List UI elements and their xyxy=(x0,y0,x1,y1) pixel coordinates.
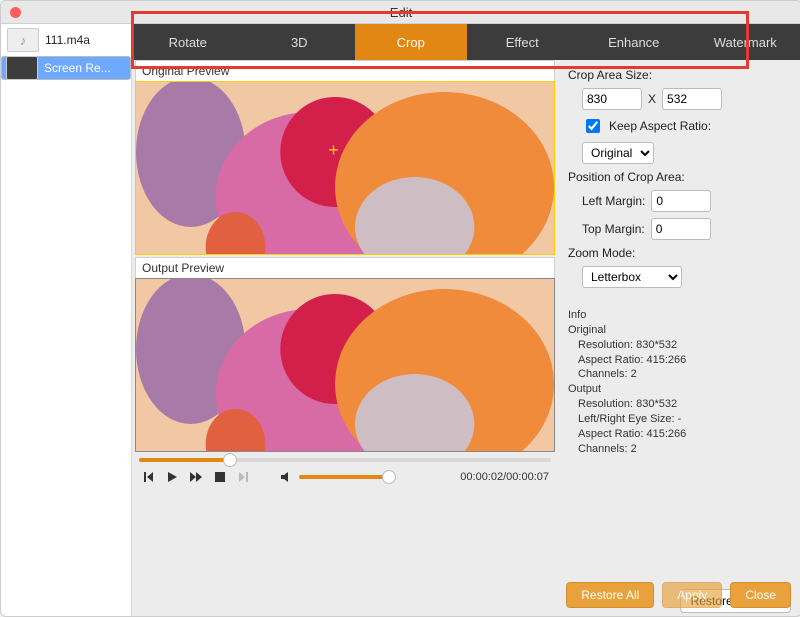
preview-art-icon xyxy=(136,82,554,254)
tab-watermark[interactable]: Watermark xyxy=(690,24,800,60)
crop-size-row: X xyxy=(582,88,791,110)
left-margin-input[interactable] xyxy=(651,190,711,212)
sidebar-item-video[interactable]: Screen Re... xyxy=(1,56,131,80)
edit-window: Edit ♪ 111.m4a Screen Re... Rotate 3D Cr… xyxy=(0,0,800,617)
output-preview xyxy=(135,278,555,452)
aspect-ratio-select[interactable]: Original xyxy=(582,142,654,164)
progress-bar-row xyxy=(135,452,555,468)
tab-effect[interactable]: Effect xyxy=(467,24,579,60)
sidebar-item-label: Screen Re... xyxy=(44,61,111,75)
left-margin-label: Left Margin: xyxy=(582,194,645,208)
media-sidebar: ♪ 111.m4a Screen Re... xyxy=(1,24,132,617)
left-margin-row: Left Margin: xyxy=(582,190,791,212)
volume-knob-icon[interactable] xyxy=(382,470,396,484)
preview-column: Original Preview + Outpu xyxy=(132,60,558,617)
close-window-icon[interactable] xyxy=(10,7,21,18)
info-block: Info Original Resolution: 830*532 Aspect… xyxy=(568,308,791,456)
top-margin-input[interactable] xyxy=(651,218,711,240)
play-button[interactable] xyxy=(165,470,179,484)
window-body: ♪ 111.m4a Screen Re... Rotate 3D Crop Ef… xyxy=(1,24,800,617)
tab-rotate[interactable]: Rotate xyxy=(132,24,244,60)
window-title: Edit xyxy=(1,5,800,20)
fast-forward-button[interactable] xyxy=(189,470,203,484)
tab-crop[interactable]: Crop xyxy=(355,24,467,60)
keep-aspect-checkbox[interactable] xyxy=(586,119,600,133)
main-area: Rotate 3D Crop Effect Enhance Watermark … xyxy=(132,24,800,617)
preview-art-icon xyxy=(136,279,554,451)
crop-height-input[interactable] xyxy=(662,88,722,110)
crop-size-label: Crop Area Size: xyxy=(568,68,791,82)
crop-settings-panel: Crop Area Size: X Keep Aspect Ratio: Ori… xyxy=(558,60,800,617)
titlebar: Edit xyxy=(1,1,800,24)
sidebar-item-audio[interactable]: ♪ 111.m4a xyxy=(1,24,131,56)
zoom-mode-label: Zoom Mode: xyxy=(568,246,791,260)
original-preview-label: Original Preview xyxy=(135,60,555,81)
output-preview-label: Output Preview xyxy=(135,257,555,278)
tab-enhance[interactable]: Enhance xyxy=(578,24,690,60)
volume-slider[interactable] xyxy=(299,475,389,479)
zoom-mode-select[interactable]: Letterbox xyxy=(582,266,682,288)
aspect-ratio-row: Original xyxy=(582,142,791,164)
stop-button[interactable] xyxy=(213,470,227,484)
progress-knob-icon[interactable] xyxy=(223,453,237,467)
restore-all-button[interactable]: Restore All xyxy=(566,582,654,608)
playback-controls: 00:00:02/00:00:07 xyxy=(135,468,555,490)
footer-buttons: Restore All Apply Close xyxy=(566,582,791,608)
sidebar-item-label: 111.m4a xyxy=(45,33,90,47)
apply-button[interactable]: Apply xyxy=(662,582,722,608)
top-margin-row: Top Margin: xyxy=(582,218,791,240)
prev-button[interactable] xyxy=(141,470,155,484)
x-separator: X xyxy=(648,92,656,106)
zoom-mode-row: Letterbox xyxy=(582,266,791,288)
video-thumb-icon xyxy=(6,56,38,80)
keep-ratio-row: Keep Aspect Ratio: xyxy=(582,116,791,136)
volume-icon[interactable] xyxy=(279,470,293,484)
volume-control xyxy=(279,470,389,484)
content-area: Original Preview + Outpu xyxy=(132,60,800,617)
crop-position-label: Position of Crop Area: xyxy=(568,170,791,184)
edit-tabs: Rotate 3D Crop Effect Enhance Watermark xyxy=(132,24,800,60)
progress-bar[interactable] xyxy=(139,458,551,462)
next-button xyxy=(237,470,251,484)
progress-fill xyxy=(139,458,230,462)
crop-width-input[interactable] xyxy=(582,88,642,110)
tab-3d[interactable]: 3D xyxy=(244,24,356,60)
music-note-icon: ♪ xyxy=(7,28,39,52)
top-margin-label: Top Margin: xyxy=(582,222,645,236)
keep-aspect-label: Keep Aspect Ratio: xyxy=(609,119,711,133)
playback-time: 00:00:02/00:00:07 xyxy=(460,471,549,483)
original-preview[interactable]: + xyxy=(135,81,555,255)
close-button[interactable]: Close xyxy=(730,582,791,608)
